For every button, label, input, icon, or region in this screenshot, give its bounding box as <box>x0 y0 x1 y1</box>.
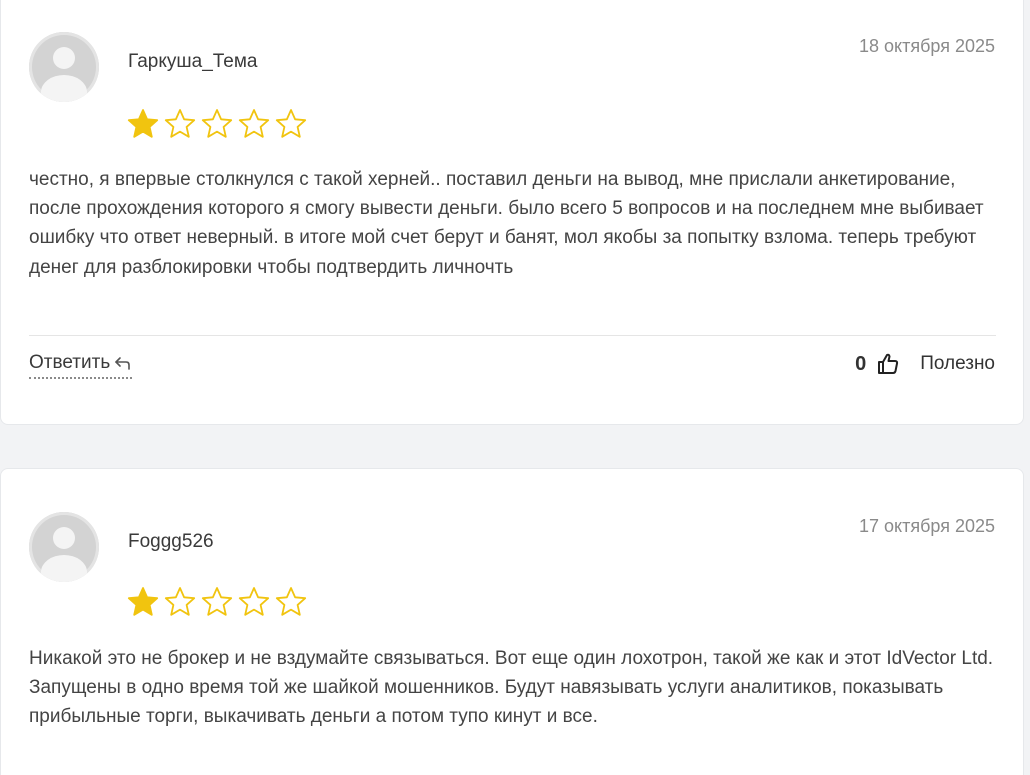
review-card: Гаркуша_Тема 18 октября 2025 честно, я в… <box>0 0 1024 425</box>
review-author: Гаркуша_Тема <box>128 51 258 72</box>
avatar <box>29 32 99 102</box>
reply-label: Ответить <box>29 352 111 373</box>
star-empty-icon <box>164 109 196 138</box>
star-empty-icon <box>275 109 307 138</box>
avatar <box>29 512 99 582</box>
useful-button[interactable]: Полезно <box>920 353 995 375</box>
star-filled-icon <box>127 109 159 138</box>
star-rating <box>126 585 308 619</box>
review-text: честно, я впервые столкнулся с такой хер… <box>29 169 984 278</box>
review-date: 18 октября 2025 <box>858 36 995 56</box>
review-date: 17 октября 2025 <box>858 516 995 536</box>
like-count: 0 <box>855 352 867 375</box>
star-empty-icon <box>238 587 270 616</box>
star-empty-icon <box>164 587 196 616</box>
star-empty-icon <box>201 109 233 138</box>
useful-block: 0 Полезно <box>855 352 995 376</box>
star-filled-icon <box>127 587 159 616</box>
reply-arrow-icon <box>115 357 131 370</box>
star-empty-icon <box>201 587 233 616</box>
review-author: Foggg526 <box>128 531 214 552</box>
divider <box>29 335 996 336</box>
thumbs-up-icon[interactable] <box>876 352 900 376</box>
star-empty-icon <box>275 587 307 616</box>
reply-button[interactable]: Ответить <box>29 352 133 379</box>
review-text: Никакой это не брокер и не вздумайте свя… <box>29 648 994 728</box>
reviews-feed: Гаркуша_Тема 18 октября 2025 честно, я в… <box>0 0 1030 775</box>
review-card: Foggg526 17 октября 2025 Никакой это не … <box>0 468 1024 775</box>
star-empty-icon <box>238 109 270 138</box>
star-rating <box>126 107 308 141</box>
